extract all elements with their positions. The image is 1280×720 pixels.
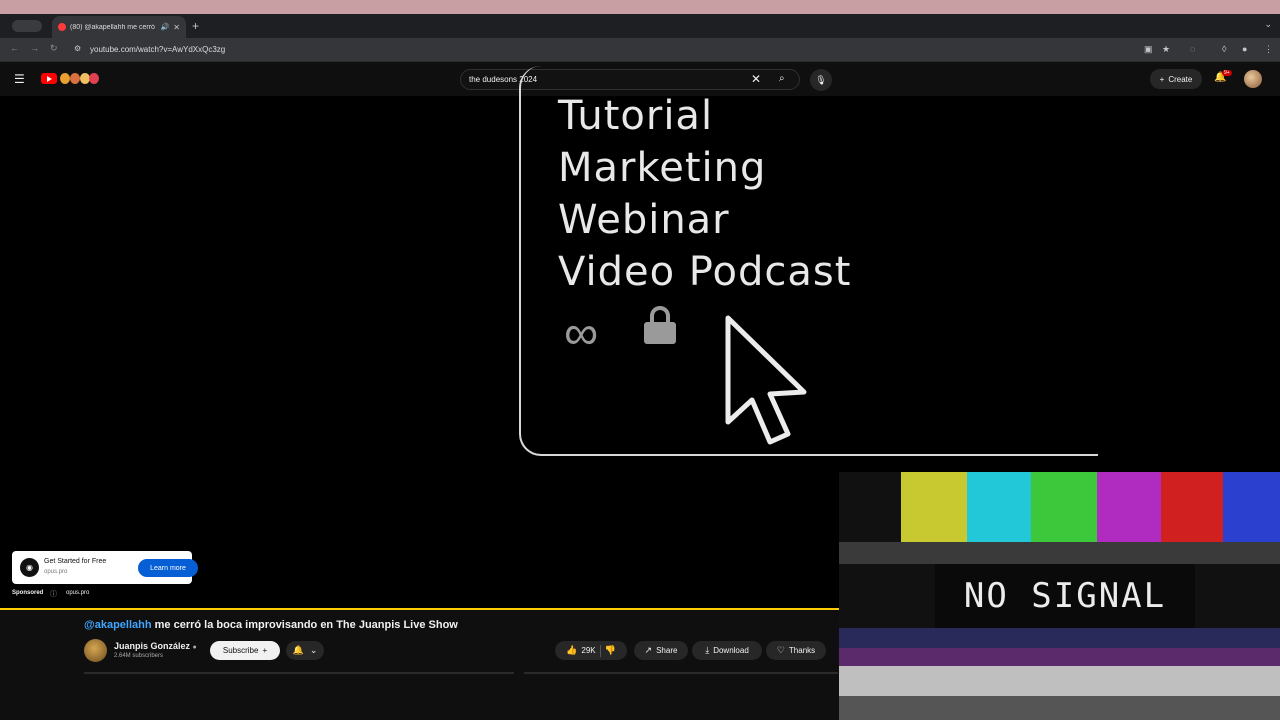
static-band-3 — [839, 648, 1280, 666]
channel-name[interactable]: Juanpis González ● — [114, 641, 197, 651]
url-text[interactable]: youtube.com/watch?v=AwYdXxQc3zg — [90, 45, 225, 54]
chevron-down-icon: ⌄ — [309, 645, 318, 655]
divider-lines — [84, 672, 838, 674]
extension-icon-2[interactable]: ◊ — [1222, 44, 1226, 54]
tab-strip: (80) @akapellahh me cerró la boca 🔊 ✕ + … — [0, 14, 1280, 38]
thanks-button[interactable]: ♡ Thanks — [766, 641, 826, 660]
screen: (80) @akapellahh me cerró la boca 🔊 ✕ + … — [0, 0, 1280, 720]
static-band-4 — [839, 666, 1280, 696]
doodle-icon-4[interactable] — [89, 73, 99, 84]
reload-icon[interactable]: ↻ — [50, 43, 58, 54]
thanks-label: Thanks — [788, 646, 816, 655]
back-icon[interactable]: ← — [10, 43, 19, 53]
opus-logo-icon: ◉ — [20, 558, 39, 577]
verified-icon: ● — [192, 644, 197, 651]
thanks-icon: ♡ — [776, 645, 785, 655]
video-line-webinar: Webinar — [558, 197, 730, 243]
subscribe-label: Subscribe — [222, 646, 259, 655]
doodle-icon[interactable] — [60, 73, 70, 84]
pinned-tab[interactable] — [12, 20, 42, 32]
forward-icon[interactable]: → — [30, 43, 39, 53]
tab-search-icon[interactable]: ⌄ — [1264, 19, 1272, 30]
lock-icon — [644, 306, 676, 344]
no-signal-overlay: NO SIGNAL — [839, 472, 1280, 720]
channel-avatar[interactable] — [84, 639, 107, 662]
sponsored-domain[interactable]: opus.pro — [66, 590, 89, 596]
cursor-icon — [725, 315, 807, 445]
close-tab-icon[interactable]: ✕ — [173, 23, 180, 32]
color-bar-green — [1031, 472, 1097, 542]
title-text: me cerró la boca improvisando en The Jua… — [151, 619, 458, 631]
dislike-icon[interactable]: 👎 — [605, 645, 616, 656]
title-mention-link[interactable]: @akapellahh — [84, 619, 152, 631]
profile-icon[interactable]: ● — [1242, 44, 1247, 54]
youtube-logo-icon[interactable] — [41, 73, 57, 84]
audio-icon[interactable]: 🔊 — [161, 23, 170, 31]
video-line-podcast: Video Podcast — [558, 249, 852, 295]
info-icon[interactable]: ⓘ — [50, 589, 57, 599]
youtube-favicon-icon — [58, 23, 66, 31]
address-bar: ← → ↻ ⚙ youtube.com/watch?v=AwYdXxQc3zg … — [0, 38, 1280, 62]
video-line-marketing: Marketing — [558, 145, 767, 191]
video-title: @akapellahh me cerró la boca improvisand… — [84, 619, 458, 631]
plus-icon: + — [262, 646, 268, 655]
like-dislike-group: 👍 29K 👎 — [555, 641, 627, 660]
card-edge-mask — [1098, 96, 1280, 472]
ad-title: Get Started for Free — [44, 558, 107, 565]
extension-icon[interactable]: ◌ — [1190, 44, 1195, 54]
color-bar-cyan — [967, 472, 1031, 542]
no-signal-label: NO SIGNAL — [935, 564, 1195, 628]
notification-bell-button[interactable]: 🔔 ⌄ — [286, 641, 324, 660]
hamburger-menu-icon[interactable]: ☰ — [14, 72, 25, 86]
color-bar-yellow — [901, 472, 967, 542]
sponsored-label: Sponsored — [12, 590, 44, 596]
color-bar-blue — [1223, 472, 1280, 542]
video-text-lines: Tutorial Marketing Webinar Video Podcast — [558, 90, 851, 298]
cast-icon[interactable]: ▣ — [1144, 44, 1153, 55]
notifications-badge: 9+ — [1222, 70, 1232, 76]
subscriber-count: 2.64M subscribers — [114, 653, 164, 659]
create-button[interactable]: + Create — [1150, 69, 1202, 89]
create-label: Create — [1168, 74, 1193, 84]
ad-domain: opus.pro — [44, 569, 68, 575]
tab-youtube[interactable]: (80) @akapellahh me cerró la boca 🔊 ✕ — [52, 16, 186, 38]
doodle-icon-2[interactable] — [70, 73, 80, 84]
mac-menubar — [0, 0, 1280, 14]
menu-dots-icon[interactable]: ⋮ — [1264, 44, 1273, 55]
share-label: Share — [656, 646, 678, 655]
bell-icon: 🔔 — [292, 645, 304, 655]
site-info-icon[interactable]: ⚙ — [74, 44, 81, 53]
account-avatar[interactable] — [1244, 70, 1262, 88]
subscribe-button[interactable]: Subscribe + — [210, 641, 280, 660]
static-band — [839, 542, 1280, 564]
plus-icon: + — [1159, 74, 1165, 84]
no-signal-text: NO SIGNAL — [963, 576, 1167, 616]
download-label: Download — [713, 646, 749, 655]
new-tab-icon[interactable]: + — [192, 18, 199, 34]
static-band-5 — [839, 696, 1280, 720]
channel-name-text[interactable]: Juanpis González — [114, 641, 190, 651]
ad-overlay[interactable]: ◉ Get Started for Free opus.pro Learn mo… — [12, 551, 198, 584]
video-line-tutorial: Tutorial — [558, 93, 714, 139]
share-icon: ↗ — [644, 645, 653, 655]
color-bar-red — [1161, 472, 1223, 542]
progress-fill — [0, 608, 840, 610]
static-band-2 — [839, 628, 1280, 648]
tab-title: (80) @akapellahh me cerró la boca — [70, 23, 157, 31]
like-separator — [599, 644, 601, 657]
infinity-icon: ∞ — [564, 307, 599, 360]
download-button[interactable]: ⤓ Download — [692, 641, 762, 660]
learn-more-button[interactable]: Learn more — [138, 559, 198, 577]
like-icon[interactable]: 👍 — [566, 645, 577, 656]
like-count[interactable]: 29K — [581, 646, 595, 655]
download-icon: ⤓ — [705, 645, 710, 655]
progress-bar[interactable] — [0, 608, 840, 610]
share-button[interactable]: ↗ Share — [634, 641, 688, 660]
bookmark-star-icon[interactable]: ★ — [1162, 44, 1170, 55]
color-bar-magenta — [1097, 472, 1161, 542]
